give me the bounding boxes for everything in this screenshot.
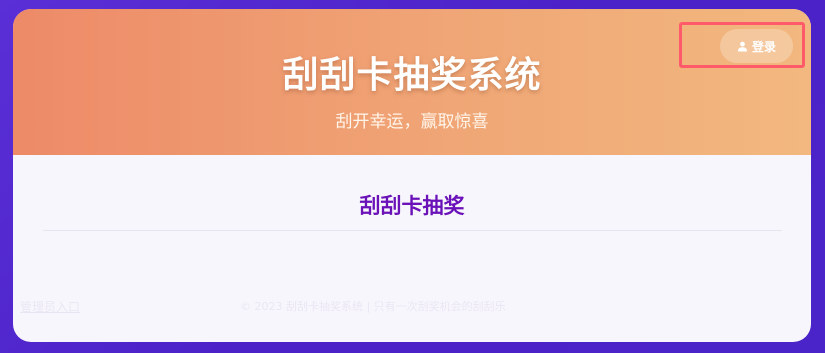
user-icon [737, 41, 748, 52]
login-label: 登录 [751, 39, 776, 54]
app-card: 刮刮卡抽奖系统 刮开幸运，赢取惊喜 登录 刮刮卡抽奖 [13, 9, 811, 342]
page-subtitle: 刮开幸运，赢取惊喜 [335, 112, 489, 132]
login-button[interactable]: 登录 [720, 29, 793, 63]
section-title: 刮刮卡抽奖 [359, 194, 465, 218]
admin-entry-link[interactable]: 管理员入口 [20, 298, 80, 315]
section-divider [43, 230, 782, 231]
footer-copyright: © 2023 刮刮卡抽奖系统 | 只有一次刮奖机会的刮刮乐 [240, 300, 506, 313]
header-banner: 刮刮卡抽奖系统 刮开幸运，赢取惊喜 登录 [13, 9, 811, 155]
